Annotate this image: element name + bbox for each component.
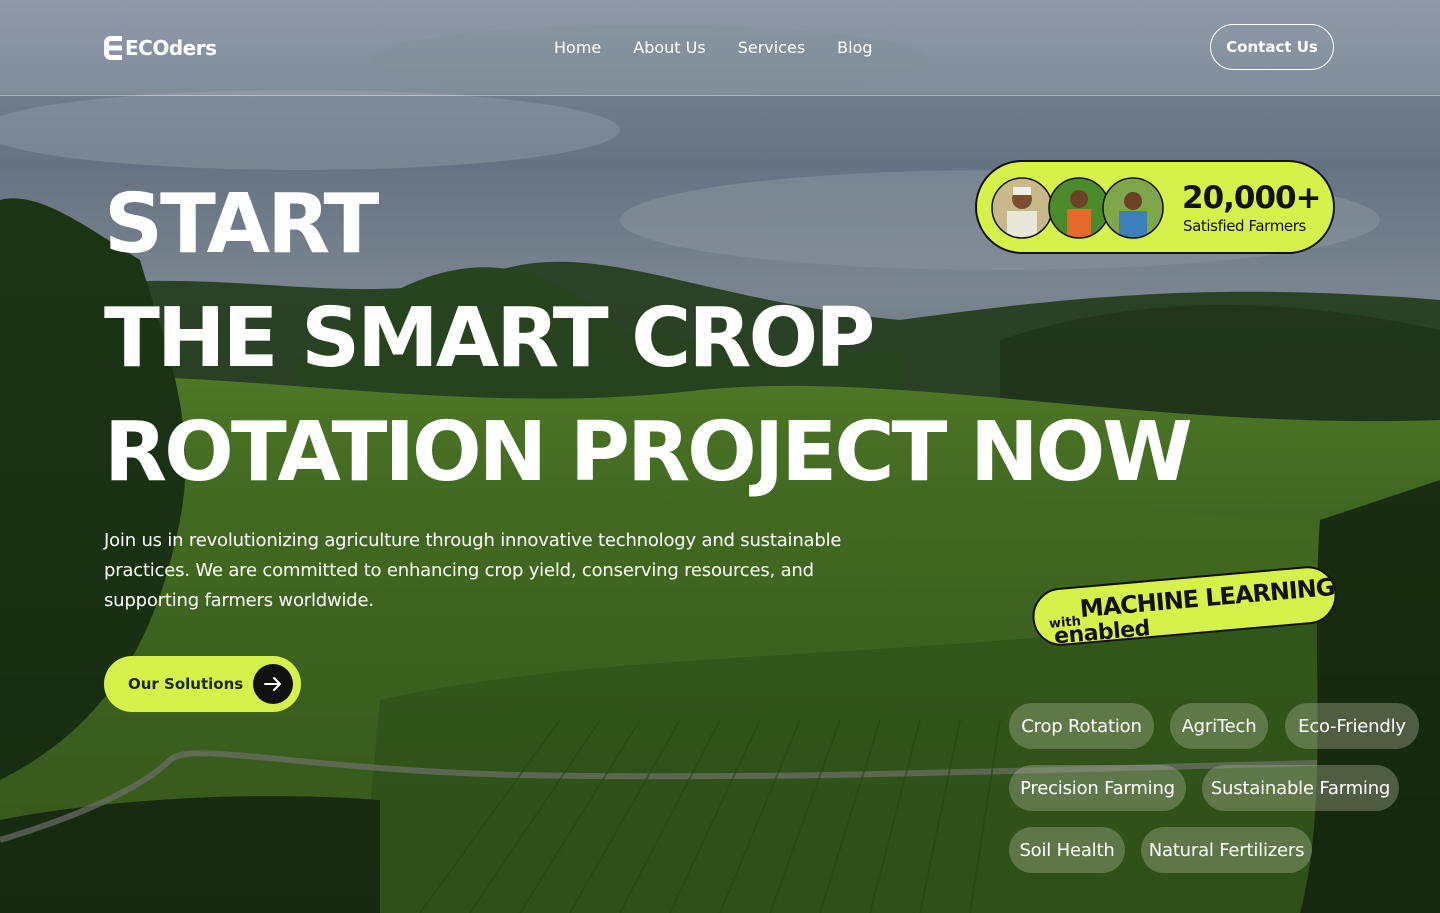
tag-sustainable-farming[interactable]: Sustainable Farming: [1202, 765, 1399, 811]
farmer-avatars: [991, 177, 1164, 239]
satisfied-farmers-badge: 20,000+ Satisfied Farmers: [975, 160, 1335, 254]
tag-eco-friendly[interactable]: Eco-Friendly: [1285, 703, 1419, 749]
contact-us-button[interactable]: Contact Us: [1210, 24, 1334, 70]
tag-agritech[interactable]: AgriTech: [1170, 703, 1268, 749]
top-navigation: ECOders Home About Us Services Blog Cont…: [0, 0, 1440, 96]
ecoders-logo-icon: [104, 36, 122, 60]
tag-crop-rotation[interactable]: Crop Rotation: [1009, 703, 1154, 749]
brand-logo[interactable]: ECOders: [104, 36, 217, 60]
nav-link-blog[interactable]: Blog: [837, 38, 872, 57]
hero-description: Join us in revolutionizing agriculture t…: [104, 530, 842, 611]
farmers-count: 20,000+: [1182, 180, 1322, 216]
nav-link-services[interactable]: Services: [738, 38, 805, 57]
tag-natural-fertilizers[interactable]: Natural Fertilizers: [1141, 827, 1312, 873]
our-solutions-button[interactable]: Our Solutions: [104, 656, 301, 712]
headline-line-3: ROTATION PROJECT NOW: [104, 405, 1193, 500]
nav-links: Home About Us Services Blog: [554, 38, 873, 57]
tag-precision-farming[interactable]: Precision Farming: [1009, 765, 1186, 811]
farmers-label: Satisfied Farmers: [1183, 217, 1306, 235]
arrow-right-icon: [253, 664, 293, 704]
nav-link-home[interactable]: Home: [554, 38, 601, 57]
brand-name: ECOders: [125, 36, 217, 60]
tag-soil-health[interactable]: Soil Health: [1009, 827, 1125, 873]
headline-line-2: THE SMART CROP: [104, 291, 875, 386]
cta-label: Our Solutions: [128, 675, 244, 693]
nav-link-about-us[interactable]: About Us: [633, 38, 705, 57]
